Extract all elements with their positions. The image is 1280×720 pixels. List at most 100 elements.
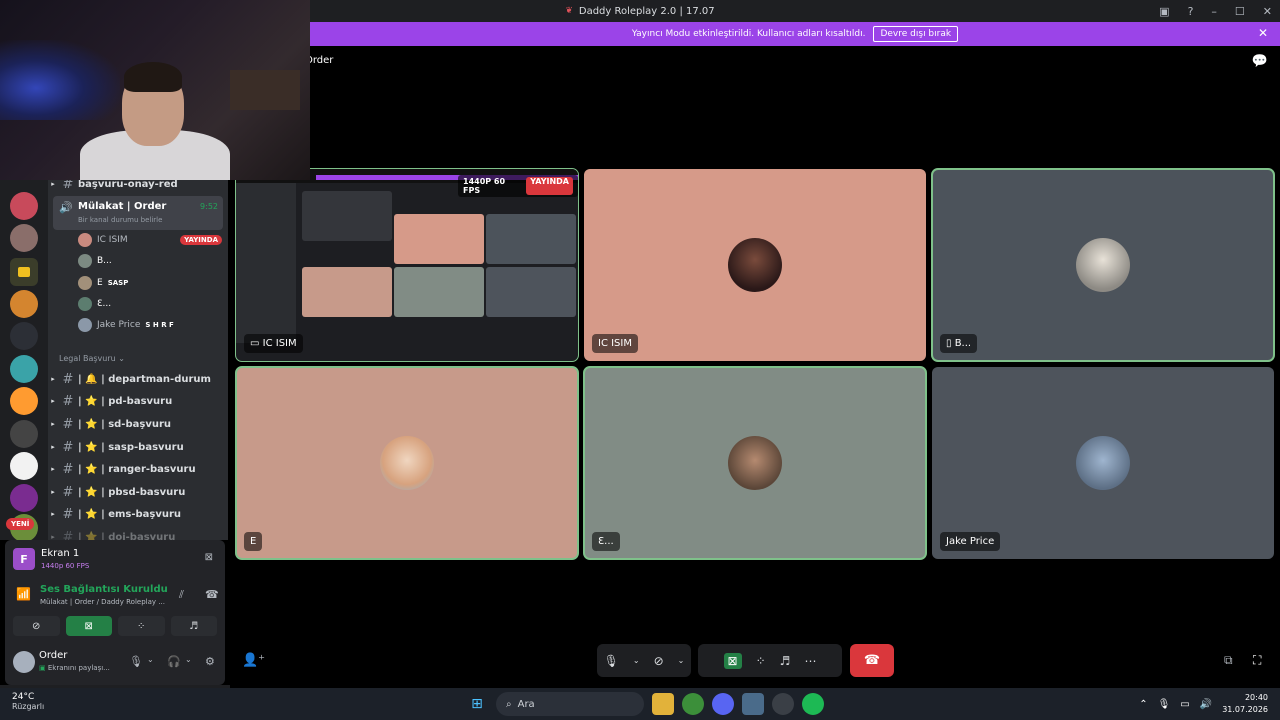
server-icon[interactable] (10, 452, 38, 480)
server-icon[interactable] (10, 224, 38, 252)
taskbar-search[interactable]: ⌕ Ara (496, 692, 644, 716)
live-badge: YAYINDA (526, 177, 573, 195)
webcam-overlay (0, 0, 310, 180)
minimize-button[interactable]: – (1211, 5, 1217, 18)
voice-member[interactable]: Ɛ... (78, 294, 228, 314)
stream-status: F Ekran 1 1440p 60 FPS ⊠ (13, 546, 217, 576)
participant-avatar (1076, 238, 1130, 292)
screen-share-status-icon: ▣ (39, 664, 48, 672)
tile-label: Jake Price (940, 532, 1001, 551)
server-icon[interactable] (10, 484, 38, 512)
app-icon[interactable] (742, 693, 764, 715)
participant-tile[interactable]: Ɛ... (583, 366, 927, 560)
channel-item[interactable]: ▸ # | ⭐ | doj-basvuru (48, 527, 228, 541)
taskbar-apps: ⊞ ⌕ Ara (466, 692, 824, 716)
fullscreen-icon[interactable]: ⛶ (1253, 653, 1261, 668)
soundboard-icon[interactable]: ♬ (780, 654, 791, 668)
close-window-button[interactable]: ✕ (1263, 5, 1272, 18)
folder-icon[interactable] (10, 258, 38, 286)
server-icon[interactable] (10, 387, 38, 415)
voice-member[interactable]: B... (78, 251, 228, 271)
participant-tile[interactable]: IC ISIM (584, 169, 926, 361)
chevron-down-icon[interactable]: ⌄ (147, 655, 154, 664)
headphones-icon[interactable]: 🎧 (167, 655, 181, 668)
disable-streamer-mode-button[interactable]: Devre dışı bırak (873, 26, 959, 42)
channel-item[interactable]: ▸ # | 🔔 | departman-durum (48, 369, 228, 389)
chevron-down-icon[interactable]: ⌄ (185, 655, 192, 664)
channel-item[interactable]: ▸ # | ⭐ | ranger-basvuru (48, 459, 228, 479)
screen-share-icon[interactable]: ⊠ (723, 652, 742, 669)
discord-icon[interactable] (712, 693, 734, 715)
server-icon[interactable] (10, 355, 38, 383)
voice-member[interactable]: Jake Price S H R F (78, 315, 228, 335)
voice-member[interactable]: E SASP (78, 273, 228, 293)
maximize-button[interactable]: ☐ (1235, 5, 1245, 18)
inbox-icon[interactable]: ▣ (1159, 5, 1169, 18)
server-icon[interactable] (10, 192, 38, 220)
tile-label: Ɛ... (592, 532, 620, 551)
camera-off-button[interactable]: ⊘ (13, 616, 60, 636)
file-explorer-icon[interactable] (652, 693, 674, 715)
category-header[interactable]: Legal Başvuru ⌄ (59, 354, 125, 363)
voice-location-text[interactable]: Mülakat | Order / Daddy Roleplay ... (40, 598, 165, 606)
avatar[interactable] (13, 651, 35, 673)
voice-status-text: Ses Bağlantısı Kuruldu (40, 584, 168, 595)
participant-tile[interactable]: E (235, 366, 579, 560)
chevron-up-icon[interactable]: ⌃ (1139, 699, 1147, 710)
settings-gear-icon[interactable]: ⚙ (205, 655, 215, 668)
server-icon[interactable] (10, 322, 38, 350)
disconnect-icon[interactable]: ☎ (205, 588, 219, 601)
stop-stream-icon[interactable]: ⊠ (205, 552, 213, 563)
server-icon[interactable] (10, 420, 38, 448)
voice-channel-active[interactable]: 🔊 Mülakat | Order 9:52 Bir kanal durumu … (53, 196, 223, 230)
channel-item[interactable]: ▸ # | ⭐ | pbsd-basvuru (48, 482, 228, 502)
close-banner-icon[interactable]: ✕ (1258, 26, 1268, 40)
app-icon[interactable] (772, 693, 794, 715)
stream-quality: 1440P 60 FPS (463, 177, 506, 195)
speaker-icon: 🔊 (59, 201, 73, 214)
windows-start-icon[interactable]: ⊞ (466, 693, 488, 715)
screen-share-button[interactable]: ⊠ (65, 616, 112, 636)
channel-item[interactable]: ▸ # | ⭐ | ems-başvuru (48, 504, 228, 524)
camera-off-icon[interactable]: ⊘ (654, 654, 664, 668)
clock[interactable]: 20:40 31.07.2026 (1222, 692, 1268, 716)
microphone-icon[interactable]: 🎙 (604, 654, 619, 668)
signal-icon[interactable]: 📶 (16, 587, 31, 601)
disconnect-button[interactable]: ☎ (850, 644, 894, 677)
soundboard-button[interactable]: ♬ (170, 616, 217, 636)
weather-widget[interactable]: 24°C Rüzgarlı (12, 692, 44, 711)
channel-item[interactable]: ▸ # | ⭐ | pd-basvuru (48, 391, 228, 411)
chevron-down-icon[interactable]: ⌄ (633, 656, 640, 665)
channel-item[interactable]: ▸ # | ⭐ | sasp-basvuru (48, 437, 228, 457)
stream-preview (236, 169, 578, 361)
help-icon[interactable]: ? (1188, 5, 1194, 18)
channel-item[interactable]: ▸ # başvuru-onay-red (48, 180, 228, 194)
popout-icon[interactable]: ⧉ (1224, 653, 1233, 668)
network-icon[interactable]: ▭ (1180, 699, 1189, 710)
chat-bubble-icon[interactable]: 💬 (1252, 54, 1268, 69)
stream-tile[interactable]: 1440P 60 FPS YAYINDA ▭ IC ISIM (235, 168, 579, 362)
chevron-down-icon[interactable]: ⌄ (678, 656, 685, 665)
activities-button[interactable]: ⁘ (118, 616, 165, 636)
temperature: 24°C (12, 692, 35, 702)
participant-tile[interactable]: ▯ B... (931, 168, 1275, 362)
participant-tile[interactable]: Jake Price (932, 367, 1274, 559)
noise-suppression-icon[interactable]: ⫽ (179, 588, 184, 602)
activity-controls: ⊠ ⁘ ♬ ⋯ (698, 644, 842, 677)
activities-icon[interactable]: ⁘ (756, 654, 766, 668)
channel-list: ▸ # başvuru-onay-red 🔊 Mülakat | Order 9:5… (48, 180, 228, 540)
voice-member[interactable]: IC ISIM YAYINDA (78, 230, 228, 250)
server-icon[interactable] (10, 290, 38, 318)
banner-text: Yayıncı Modu etkinleştirildi. Kullanıcı … (631, 29, 866, 39)
microphone-icon[interactable]: 🎙 (129, 655, 143, 668)
channel-item[interactable]: ▸ # | ⭐ | sd-başvuru (48, 414, 228, 434)
channel-status-input[interactable]: Bir kanal durumu belirle (78, 216, 162, 224)
chrome-icon[interactable] (682, 693, 704, 715)
volume-icon[interactable]: 🔊 (1200, 699, 1212, 710)
add-people-icon[interactable]: 👤⁺ (242, 653, 265, 668)
app-logo-icon: ❦ (565, 6, 573, 16)
microphone-tray-icon[interactable]: 🎙 (1158, 699, 1171, 710)
spotify-icon[interactable] (802, 693, 824, 715)
time: 20:40 (1244, 693, 1268, 702)
more-options-icon[interactable]: ⋯ (804, 654, 816, 668)
